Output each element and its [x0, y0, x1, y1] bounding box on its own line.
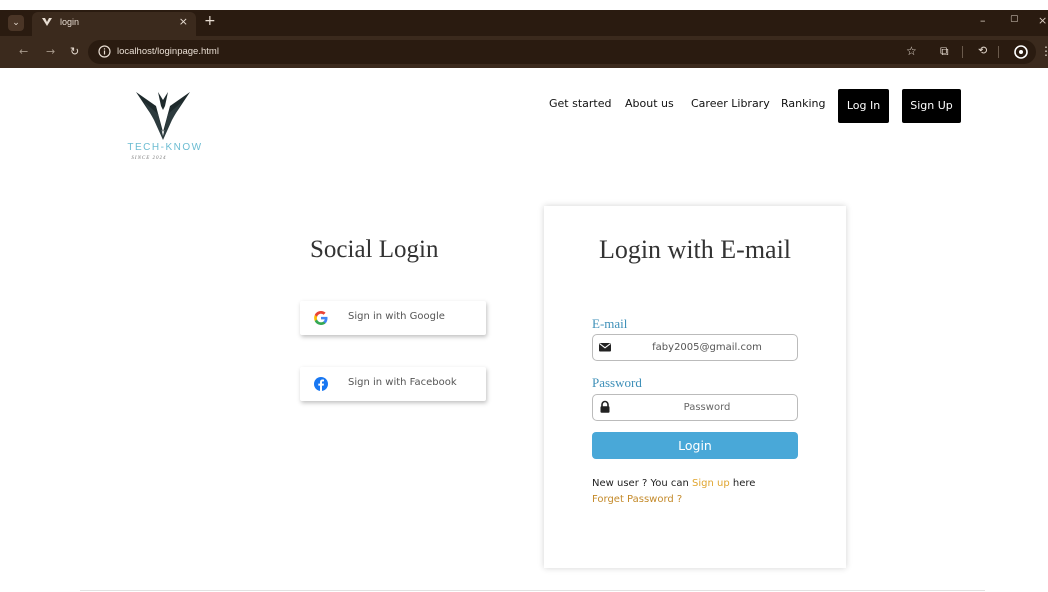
facebook-signin-button[interactable]: Sign in with Facebook — [300, 367, 486, 401]
logo-emblem-icon — [136, 92, 190, 140]
history-icon[interactable]: ⟲ — [978, 44, 987, 57]
signup-link[interactable]: Sign up — [692, 478, 730, 489]
nav-link-get-started[interactable]: Get started — [549, 97, 611, 110]
email-field[interactable]: faby2005@gmail.com — [592, 334, 798, 361]
toolbar-divider — [962, 46, 963, 58]
email-label: E-mail — [592, 316, 628, 331]
logo-text: TECH-KNOW — [127, 142, 203, 153]
browser-toolbar: ← → ↻ localhost/loginpage.html ☆ ⧉ ⟲ ⋮ — [0, 36, 1048, 68]
reload-icon[interactable]: ↻ — [70, 45, 79, 58]
email-value: faby2005@gmail.com — [652, 342, 762, 353]
menu-icon[interactable]: ⋮ — [1040, 44, 1048, 58]
address-bar[interactable]: localhost/loginpage.html ☆ ⧉ ⟲ ⋮ — [88, 40, 1048, 64]
facebook-icon — [314, 377, 328, 391]
browser-tab[interactable]: login × — [32, 12, 196, 36]
tab-list-button[interactable]: ⌄ — [8, 15, 24, 31]
header-login-button[interactable]: Log In — [838, 89, 889, 123]
close-icon[interactable]: × — [1038, 14, 1047, 27]
footer-divider — [80, 590, 985, 591]
header-signup-button[interactable]: Sign Up — [902, 89, 961, 123]
minimize-icon[interactable]: – — [980, 14, 986, 27]
google-signin-button[interactable]: Sign in with Google — [300, 301, 486, 335]
chevron-down-icon: ⌄ — [12, 18, 20, 28]
password-field[interactable]: Password — [592, 394, 798, 421]
lock-icon — [600, 400, 610, 413]
forget-password-link[interactable]: Forget Password ? — [592, 494, 682, 505]
password-placeholder: Password — [683, 402, 731, 413]
google-icon — [314, 311, 328, 325]
info-icon[interactable] — [98, 45, 111, 58]
login-submit-button[interactable]: Login — [592, 432, 798, 459]
password-label: Password — [592, 375, 642, 390]
toolbar-divider — [998, 46, 999, 58]
logo-since-text: SINCE 2024 — [131, 156, 167, 161]
facebook-signin-label: Sign in with Facebook — [348, 377, 457, 388]
new-tab-button[interactable]: + — [204, 13, 216, 29]
back-icon[interactable]: ← — [19, 45, 28, 58]
site-logo[interactable]: TECH-KNOW SINCE 2024 — [120, 86, 210, 166]
envelope-icon — [599, 343, 611, 352]
browser-tab-bar: ⌄ login × + – ▢ × — [0, 10, 1048, 36]
email-login-title: Login with E-mail — [598, 235, 792, 264]
new-user-suffix: here — [729, 478, 756, 489]
restore-icon[interactable]: ▢ — [1010, 14, 1019, 24]
nav-link-about-us[interactable]: About us — [625, 97, 674, 110]
extensions-icon[interactable]: ⧉ — [940, 44, 949, 59]
new-user-text: New user ? You can Sign up here — [592, 478, 755, 489]
profile-icon[interactable] — [1014, 45, 1028, 59]
url-text[interactable]: localhost/loginpage.html — [117, 46, 219, 57]
forward-icon[interactable]: → — [46, 45, 55, 58]
tab-title: login — [60, 17, 80, 27]
new-user-prefix: New user ? You can — [592, 478, 693, 489]
email-login-card: Login with E-mail E-mail faby2005@gmail.… — [544, 206, 846, 568]
nav-link-career-library[interactable]: Career Library — [691, 97, 770, 110]
star-icon[interactable]: ☆ — [906, 44, 917, 58]
site-favicon-icon — [42, 18, 52, 26]
google-signin-label: Sign in with Google — [348, 311, 445, 322]
tab-close-icon[interactable]: × — [179, 15, 188, 28]
social-login-title: Social Login — [310, 236, 439, 263]
nav-link-ranking[interactable]: Ranking — [781, 97, 826, 110]
